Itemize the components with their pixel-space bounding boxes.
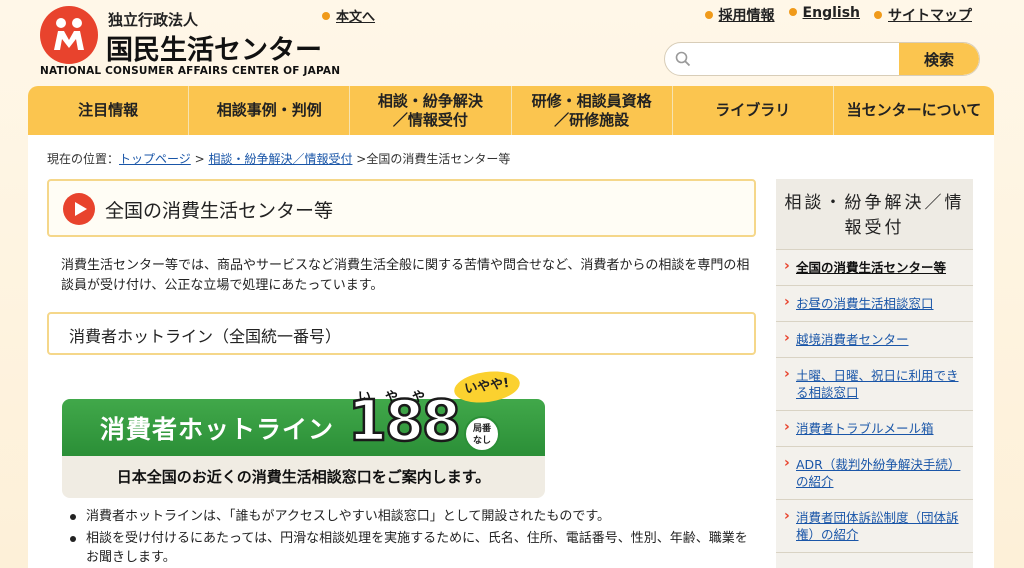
logo-icon[interactable]: [40, 6, 98, 64]
hotline-banner[interactable]: 消費者ホットライン いやや 188 局番 なし いやや! 日本全国のお近くの消費…: [62, 367, 545, 498]
breadcrumb-consultation[interactable]: 相談・紛争解決／情報受付: [208, 152, 352, 166]
sidebar-item-crossborder[interactable]: 越境消費者センター: [776, 322, 973, 358]
sidebar-heading: 相談・紛争解決／情報受付: [776, 179, 973, 250]
search-button[interactable]: 検索: [899, 43, 979, 75]
page-title-box: 全国の消費生活センター等: [47, 179, 756, 237]
banner-badge: 局番 なし: [464, 416, 500, 452]
bullet-dot-icon: [704, 11, 713, 19]
search-box: 検索: [664, 42, 980, 76]
sidebar-item-adr[interactable]: ADR（裁判外紛争解決手続）の紹介: [776, 447, 973, 500]
intro-text: 消費生活センター等では、商品やサービスなど消費生活全般に関する苦情や問合せなど、…: [61, 258, 750, 293]
bullet-dot-icon: [788, 8, 797, 16]
banner-number: 188: [347, 389, 462, 454]
logo-title[interactable]: 国民生活センター: [106, 28, 322, 67]
nav-training[interactable]: 研修・相談員資格 ／研修施設: [512, 86, 673, 135]
list-item: 消費者ホットラインは、「誰もがアクセスしやすい相談窓口」として開設されたものです…: [66, 507, 756, 526]
nav-consultation[interactable]: 相談・紛争解決 ／情報受付: [350, 86, 512, 135]
section-title-box: 消費者ホットライン（全国統一番号）: [47, 312, 756, 355]
nav-library[interactable]: ライブラリ: [673, 86, 834, 135]
nav-featured[interactable]: 注目情報: [28, 86, 190, 135]
breadcrumb-current: 全国の消費生活センター等: [366, 152, 511, 166]
banner-tagline: 日本全国のお近くの消費生活相談窓口をご案内します。: [116, 468, 491, 486]
breadcrumb-top[interactable]: トップページ: [119, 152, 191, 166]
bullet-dot-icon: [322, 12, 330, 20]
logo-subtitle: 独立行政法人: [108, 11, 199, 29]
skip-to-content-link[interactable]: 本文へ: [322, 6, 375, 25]
global-nav: 注目情報 相談事例・判例 相談・紛争解決 ／情報受付 研修・相談員資格 ／研修施…: [28, 86, 994, 135]
play-icon: [63, 193, 95, 225]
english-link[interactable]: English: [788, 5, 860, 25]
bullet-dot-icon: [874, 11, 882, 19]
page-title: 全国の消費生活センター等: [105, 200, 334, 222]
recruit-link[interactable]: 採用情報: [704, 5, 775, 25]
banner-name: 消費者ホットライン: [100, 415, 335, 444]
nav-about[interactable]: 当センターについて: [834, 86, 994, 135]
sidebar-item-lunch[interactable]: お昼の消費生活相談窓口: [776, 286, 973, 322]
nav-cases[interactable]: 相談事例・判例: [189, 86, 351, 135]
sidebar-list: 全国の消費生活センター等 お昼の消費生活相談窓口 越境消費者センター 土曜、日曜…: [776, 250, 973, 553]
breadcrumb: 現在の位置：トップページ > 相談・紛争解決／情報受付 >全国の消費生活センター…: [47, 152, 511, 166]
sidebar-item-centers[interactable]: 全国の消費生活センター等: [776, 250, 973, 286]
sidebar-item-mailbox[interactable]: 消費者トラブルメール箱: [776, 411, 973, 447]
logo-english: NATIONAL CONSUMER AFFAIRS CENTER OF JAPA…: [40, 65, 341, 77]
sitemap-link[interactable]: サイトマップ: [874, 5, 972, 25]
sidebar-item-weekend[interactable]: 土曜、日曜、祝日に利用できる相談窓口: [776, 358, 973, 411]
search-input[interactable]: [699, 43, 899, 75]
search-icon: [675, 51, 691, 67]
list-item: 相談を受け付けるにあたっては、円滑な相談処理を実施するために、氏名、住所、電話番…: [66, 529, 756, 567]
sidebar-item-group-litigation[interactable]: 消費者団体訴訟制度（団体訴権）の紹介: [776, 500, 973, 553]
section-title: 消費者ホットライン（全国統一番号）: [69, 327, 342, 346]
sidebar: 相談・紛争解決／情報受付 全国の消費生活センター等 お昼の消費生活相談窓口 越境…: [776, 179, 973, 568]
top-links: 採用情報 English サイトマップ: [704, 5, 972, 25]
info-bullets: 消費者ホットラインは、「誰もがアクセスしやすい相談窓口」として開設されたものです…: [66, 507, 756, 568]
